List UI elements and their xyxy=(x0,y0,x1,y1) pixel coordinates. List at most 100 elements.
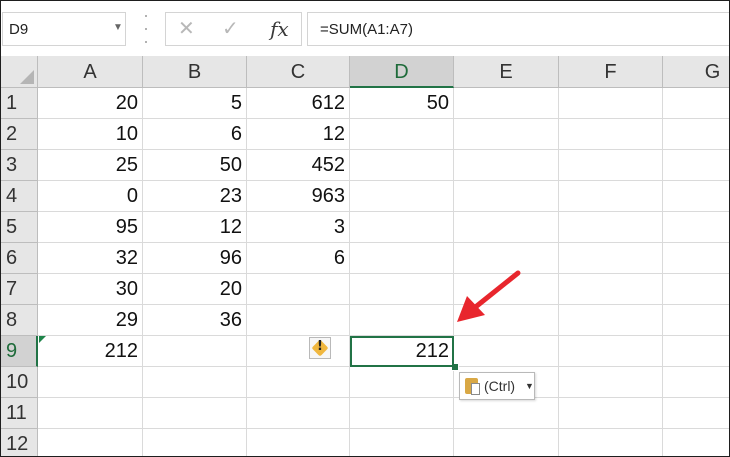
cell-g6[interactable] xyxy=(663,243,729,274)
cell-e5[interactable] xyxy=(454,212,559,243)
cell-f2[interactable] xyxy=(559,119,663,150)
cell-a3[interactable]: 25 xyxy=(38,150,143,181)
cell-a9[interactable]: 212 xyxy=(38,336,143,367)
cell-g3[interactable] xyxy=(663,150,729,181)
cell-g7[interactable] xyxy=(663,274,729,305)
cell-b9[interactable] xyxy=(143,336,247,367)
row-header-2[interactable]: 2 xyxy=(1,119,38,150)
cell-b6[interactable]: 96 xyxy=(143,243,247,274)
cell-a6[interactable]: 32 xyxy=(38,243,143,274)
cell-c9[interactable] xyxy=(247,336,350,367)
cell-f3[interactable] xyxy=(559,150,663,181)
cell-b8[interactable]: 36 xyxy=(143,305,247,336)
cell-f5[interactable] xyxy=(559,212,663,243)
cell-f1[interactable] xyxy=(559,88,663,119)
cell-c3[interactable]: 452 xyxy=(247,150,350,181)
cell-d3[interactable] xyxy=(350,150,454,181)
cell-c10[interactable] xyxy=(247,367,350,398)
cell-c2[interactable]: 12 xyxy=(247,119,350,150)
row-header-6[interactable]: 6 xyxy=(1,243,38,274)
column-header-a[interactable]: A xyxy=(38,56,143,88)
cell-d11[interactable] xyxy=(350,398,454,429)
cell-c6[interactable]: 6 xyxy=(247,243,350,274)
column-header-d[interactable]: D xyxy=(350,56,454,88)
cell-b4[interactable]: 23 xyxy=(143,181,247,212)
cell-d12[interactable] xyxy=(350,429,454,456)
cell-a5[interactable]: 95 xyxy=(38,212,143,243)
row-header-3[interactable]: 3 xyxy=(1,150,38,181)
column-header-c[interactable]: C xyxy=(247,56,350,88)
cell-f4[interactable] xyxy=(559,181,663,212)
cell-b10[interactable] xyxy=(143,367,247,398)
cell-g9[interactable] xyxy=(663,336,729,367)
row-header-11[interactable]: 11 xyxy=(1,398,38,429)
cell-a10[interactable] xyxy=(38,367,143,398)
column-header-g[interactable]: G xyxy=(663,56,729,88)
cell-e11[interactable] xyxy=(454,398,559,429)
cell-f9[interactable] xyxy=(559,336,663,367)
cell-e2[interactable] xyxy=(454,119,559,150)
cell-f6[interactable] xyxy=(559,243,663,274)
cell-g8[interactable] xyxy=(663,305,729,336)
checkmark-icon[interactable]: ✓ xyxy=(222,19,239,39)
column-header-b[interactable]: B xyxy=(143,56,247,88)
cell-a2[interactable]: 10 xyxy=(38,119,143,150)
cell-a8[interactable]: 29 xyxy=(38,305,143,336)
cell-d10[interactable] xyxy=(350,367,454,398)
cell-f10[interactable] xyxy=(559,367,663,398)
paste-options-button[interactable]: (Ctrl) ▼ xyxy=(459,372,535,400)
cell-a11[interactable] xyxy=(38,398,143,429)
row-header-5[interactable]: 5 xyxy=(1,212,38,243)
cell-e4[interactable] xyxy=(454,181,559,212)
row-header-8[interactable]: 8 xyxy=(1,305,38,336)
cell-d2[interactable] xyxy=(350,119,454,150)
cell-g1[interactable] xyxy=(663,88,729,119)
row-header-12[interactable]: 12 xyxy=(1,429,38,456)
cell-d7[interactable] xyxy=(350,274,454,305)
cell-g11[interactable] xyxy=(663,398,729,429)
cell-a7[interactable]: 30 xyxy=(38,274,143,305)
cell-d6[interactable] xyxy=(350,243,454,274)
cell-b12[interactable] xyxy=(143,429,247,456)
cell-c4[interactable]: 963 xyxy=(247,181,350,212)
cell-f7[interactable] xyxy=(559,274,663,305)
cell-a12[interactable] xyxy=(38,429,143,456)
error-check-button[interactable]: ! xyxy=(309,337,331,359)
cell-b2[interactable]: 6 xyxy=(143,119,247,150)
cell-c11[interactable] xyxy=(247,398,350,429)
cell-d8[interactable] xyxy=(350,305,454,336)
row-header-4[interactable]: 4 xyxy=(1,181,38,212)
cell-f11[interactable] xyxy=(559,398,663,429)
formula-input[interactable]: =SUM(A1:A7) xyxy=(307,12,729,46)
cell-d4[interactable] xyxy=(350,181,454,212)
splitter-handle[interactable] xyxy=(144,15,148,43)
cell-g4[interactable] xyxy=(663,181,729,212)
cell-a1[interactable]: 20 xyxy=(38,88,143,119)
row-header-1[interactable]: 1 xyxy=(1,88,38,119)
cell-c1[interactable]: 612 xyxy=(247,88,350,119)
row-header-7[interactable]: 7 xyxy=(1,274,38,305)
select-all-button[interactable] xyxy=(1,56,38,88)
cell-b3[interactable]: 50 xyxy=(143,150,247,181)
cell-b5[interactable]: 12 xyxy=(143,212,247,243)
close-icon[interactable]: ✕ xyxy=(178,19,195,39)
cell-d1[interactable]: 50 xyxy=(350,88,454,119)
cell-g5[interactable] xyxy=(663,212,729,243)
column-header-f[interactable]: F xyxy=(559,56,663,88)
cell-c7[interactable] xyxy=(247,274,350,305)
column-header-e[interactable]: E xyxy=(454,56,559,88)
cell-b7[interactable]: 20 xyxy=(143,274,247,305)
cell-g2[interactable] xyxy=(663,119,729,150)
row-header-9[interactable]: 9 xyxy=(1,336,38,367)
cell-d9[interactable]: 212 xyxy=(350,336,454,367)
cell-e3[interactable] xyxy=(454,150,559,181)
cell-d5[interactable] xyxy=(350,212,454,243)
cell-c8[interactable] xyxy=(247,305,350,336)
cell-b11[interactable] xyxy=(143,398,247,429)
cell-g12[interactable] xyxy=(663,429,729,456)
cell-e9[interactable] xyxy=(454,336,559,367)
cell-c5[interactable]: 3 xyxy=(247,212,350,243)
cell-b1[interactable]: 5 xyxy=(143,88,247,119)
cell-a4[interactable]: 0 xyxy=(38,181,143,212)
cell-c12[interactable] xyxy=(247,429,350,456)
